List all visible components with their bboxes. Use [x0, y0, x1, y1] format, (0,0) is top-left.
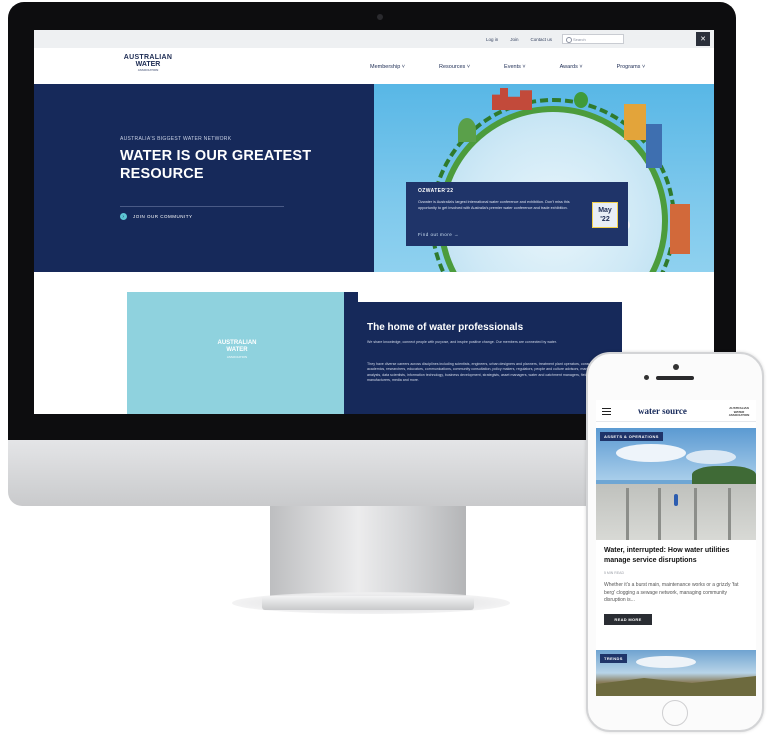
- main-nav: AUSTRALIAN WATER ASSOCIATION Membership …: [34, 48, 714, 84]
- social-icon[interactable]: ✕: [696, 32, 710, 46]
- join-link[interactable]: Join: [510, 37, 518, 42]
- hero-title: WATER IS OUR GREATEST RESOURCE: [120, 148, 312, 182]
- speaker-grille: [656, 376, 694, 380]
- nav-item-membership[interactable]: Membership ˅: [370, 64, 405, 70]
- building-illustration: [646, 124, 662, 168]
- second-article-photo[interactable]: TRENDS: [596, 650, 756, 696]
- imac-stand: [270, 506, 466, 602]
- about-section: The home of water professionals We share…: [344, 302, 622, 414]
- article-excerpt: Whether it's a burst main, maintenance w…: [604, 582, 739, 603]
- event-title: OZWATER'22: [418, 188, 454, 194]
- channel-line: [626, 488, 629, 540]
- event-card[interactable]: OZWATER'22 Ozwater is Australia's larges…: [406, 182, 628, 246]
- event-description: Ozwater is Australia's largest internati…: [418, 200, 570, 210]
- join-community-link[interactable]: › JOIN OUR COMMUNITY: [120, 213, 193, 220]
- event-date-month: May: [598, 207, 612, 214]
- hero-kicker: AUSTRALIA'S BIGGEST WATER NETWORK: [120, 136, 232, 142]
- read-more-button[interactable]: READ MORE: [604, 614, 652, 625]
- find-out-more-link[interactable]: Find out more →: [418, 232, 459, 237]
- utility-bar: Log in Join Contact us Search ✕: [34, 30, 714, 48]
- association-logo-line2: WATER: [226, 347, 248, 353]
- category-tag[interactable]: ASSETS & OPERATIONS: [600, 432, 663, 441]
- building-illustration: [670, 204, 690, 254]
- home-button[interactable]: [662, 700, 688, 726]
- hero-divider: [120, 206, 284, 207]
- channel-line: [694, 488, 697, 540]
- cloud-illustration: [636, 656, 696, 668]
- hero-panel: AUSTRALIA'S BIGGEST WATER NETWORK WATER …: [34, 84, 374, 272]
- cloud-illustration: [616, 444, 686, 462]
- front-camera-icon: [673, 364, 679, 370]
- site-logo[interactable]: AUSTRALIAN WATER ASSOCIATION: [118, 54, 178, 73]
- association-mini-logo: AUSTRALIAN WATER ASSOCIATION: [728, 406, 750, 417]
- hills-illustration: [596, 676, 756, 696]
- association-logo-line3: ASSOCIATION: [226, 355, 248, 359]
- concrete-tank-illustration: [596, 484, 756, 540]
- event-date-badge: May '22: [592, 202, 618, 228]
- mobile-header: water source AUSTRALIAN WATER ASSOCIATIO…: [596, 400, 756, 422]
- nav-item-programs[interactable]: Programs ˅: [617, 64, 646, 70]
- association-logo-line1: AUSTRALIAN: [217, 340, 257, 346]
- water-source-logo[interactable]: water source: [638, 406, 687, 416]
- read-time: 5 MIN READ: [604, 571, 625, 575]
- association-logo-panel: AUSTRALIAN WATER ASSOCIATION: [127, 292, 351, 414]
- logo-line1: AUSTRALIAN: [123, 54, 173, 61]
- about-intro: We share knowledge, connect people with …: [367, 340, 557, 344]
- about-body: They have diverse careers across discipl…: [367, 362, 606, 383]
- nav-item-resources[interactable]: Resources ˅: [439, 64, 470, 70]
- article-title[interactable]: Water, interrupted: How water utilities …: [604, 546, 750, 565]
- contact-link[interactable]: Contact us: [530, 37, 552, 42]
- camera-icon: [377, 14, 383, 20]
- nav-item-events[interactable]: Events ˅: [504, 64, 526, 70]
- nav-menu: Membership ˅ Resources ˅ Events ˅ Awards…: [370, 64, 679, 70]
- association-logo: AUSTRALIAN WATER ASSOCIATION: [207, 340, 267, 360]
- logo-line2: WATER: [135, 61, 161, 68]
- event-date-year: '22: [600, 216, 610, 223]
- sensor-dot: [644, 375, 649, 380]
- iphone-frame: water source AUSTRALIAN WATER ASSOCIATIO…: [586, 352, 764, 732]
- about-title: The home of water professionals: [367, 322, 524, 333]
- hamburger-menu-icon[interactable]: [602, 408, 611, 415]
- article-photo[interactable]: ASSETS & OPERATIONS: [596, 428, 756, 540]
- cloud-illustration: [686, 450, 736, 464]
- nav-item-awards[interactable]: Awards ˅: [560, 64, 583, 70]
- channel-line: [658, 488, 661, 540]
- tree-illustration: [574, 92, 588, 108]
- logo-line3: ASSOCIATION: [137, 68, 159, 72]
- login-link[interactable]: Log in: [486, 37, 498, 42]
- mobile-screen: water source AUSTRALIAN WATER ASSOCIATIO…: [596, 400, 756, 696]
- building-illustration: [624, 104, 646, 140]
- join-community-label: JOIN OUR COMMUNITY: [133, 214, 193, 219]
- building-illustration: [492, 88, 532, 110]
- category-tag[interactable]: TRENDS: [600, 654, 627, 663]
- channel-line: [728, 488, 731, 540]
- tree-illustration: [458, 118, 476, 142]
- arrow-right-icon: ›: [120, 213, 127, 220]
- person-illustration: [674, 494, 678, 506]
- imac-base: [262, 596, 474, 610]
- search-input[interactable]: Search: [562, 34, 624, 44]
